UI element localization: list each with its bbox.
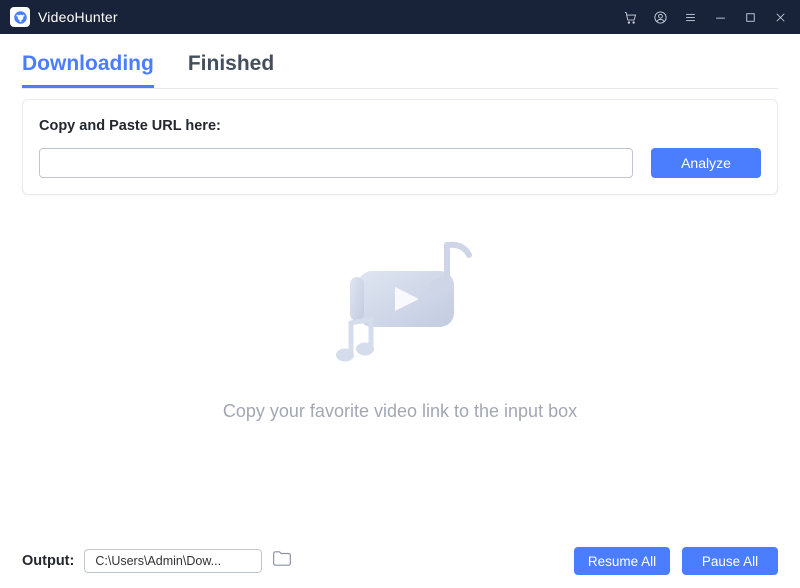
url-input[interactable] <box>39 148 633 178</box>
empty-state-text: Copy your favorite video link to the inp… <box>223 401 577 422</box>
cart-icon[interactable] <box>622 9 638 25</box>
app-logo <box>10 7 30 27</box>
user-icon[interactable] <box>652 9 668 25</box>
output-path-field[interactable]: C:\Users\Admin\Dow... <box>84 549 262 573</box>
menu-icon[interactable] <box>682 9 698 25</box>
close-button[interactable] <box>772 9 788 25</box>
footer: Output: C:\Users\Admin\Dow... Resume All… <box>0 542 800 588</box>
open-folder-button[interactable] <box>272 550 292 572</box>
empty-state: Copy your favorite video link to the inp… <box>0 219 800 422</box>
resume-all-button[interactable]: Resume All <box>574 547 670 575</box>
output-label: Output: <box>22 553 74 569</box>
maximize-button[interactable] <box>742 9 758 25</box>
app-title: VideoHunter <box>38 9 118 25</box>
url-input-label: Copy and Paste URL here: <box>39 118 761 134</box>
url-row: Analyze <box>39 148 761 178</box>
url-card: Copy and Paste URL here: Analyze <box>22 99 778 195</box>
empty-state-illustration <box>295 219 505 389</box>
minimize-button[interactable] <box>712 9 728 25</box>
tab-divider <box>22 88 778 89</box>
tab-finished[interactable]: Finished <box>188 52 274 88</box>
footer-actions: Resume All Pause All <box>574 547 778 575</box>
titlebar: VideoHunter <box>0 0 800 34</box>
analyze-button[interactable]: Analyze <box>651 148 761 178</box>
tab-downloading[interactable]: Downloading <box>22 52 154 88</box>
tabs: Downloading Finished <box>0 34 800 88</box>
pause-all-button[interactable]: Pause All <box>682 547 778 575</box>
titlebar-actions <box>622 9 792 25</box>
